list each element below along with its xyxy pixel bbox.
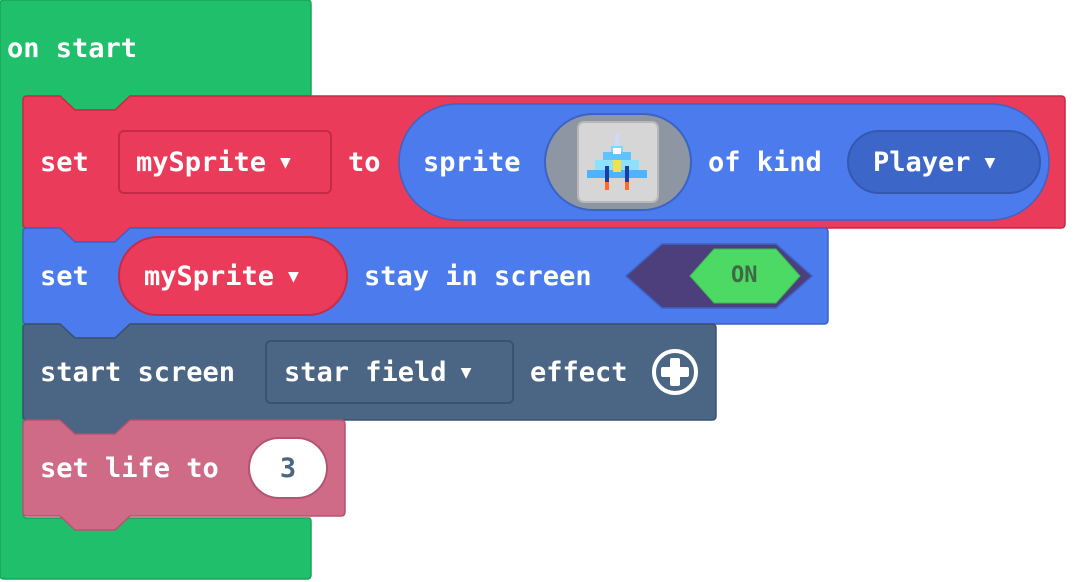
stay-in-screen-toggle[interactable] xyxy=(624,243,814,309)
of-kind-label: of kind xyxy=(708,147,822,178)
set-life-label: set life to xyxy=(40,453,219,484)
stay-in-screen-label: stay in screen xyxy=(364,261,592,292)
kind-dropdown[interactable]: Player ▼ xyxy=(847,130,1041,194)
chevron-down-icon: ▼ xyxy=(460,361,472,383)
effect-dropdown[interactable]: star field ▼ xyxy=(265,340,514,404)
sprite-label: sprite xyxy=(423,147,521,178)
kind-dropdown-label: Player xyxy=(873,146,971,178)
sprite-variable-reporter[interactable]: mySprite ▼ xyxy=(118,236,348,316)
effect-dropdown-label: star field xyxy=(284,356,447,388)
start-screen-label: start screen xyxy=(40,357,236,388)
variable-dropdown-label: mySprite xyxy=(136,146,267,178)
chevron-down-icon: ▼ xyxy=(288,265,299,287)
sprite-variable-label: mySprite xyxy=(144,260,275,292)
chevron-down-icon: ▼ xyxy=(280,151,291,173)
on-start-label: on start xyxy=(7,33,138,64)
toggle-on-label: ON xyxy=(731,263,758,288)
chevron-down-icon: ▼ xyxy=(984,151,996,173)
variable-dropdown-mysprite[interactable]: mySprite ▼ xyxy=(118,130,332,194)
life-value-input[interactable]: 3 xyxy=(248,437,328,499)
effect-label: effect xyxy=(530,357,628,388)
set-label: set xyxy=(40,147,89,178)
to-label: to xyxy=(348,147,381,178)
set-label: set xyxy=(40,261,89,292)
